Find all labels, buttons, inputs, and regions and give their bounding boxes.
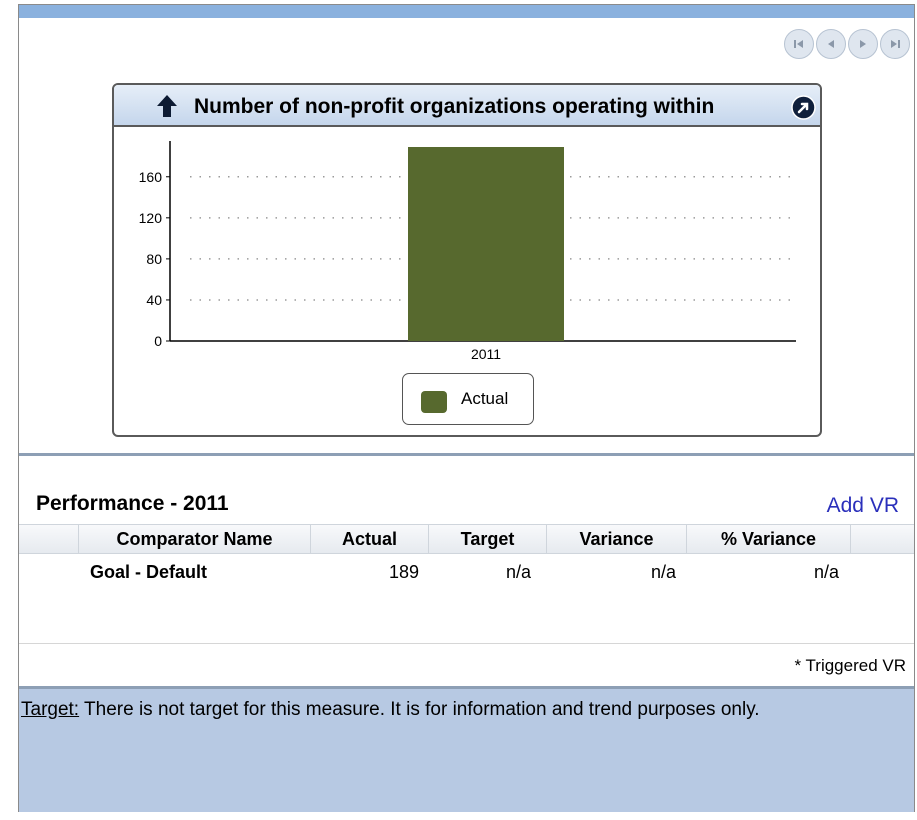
trend-up-arrow-icon — [157, 95, 177, 117]
y-tick-label: 120 — [139, 210, 163, 226]
measure-panel: Number of non-profit organizations opera… — [18, 4, 915, 812]
expand-icon[interactable] — [791, 95, 816, 120]
bar-chart: 0 40 80 120 160 2011 — [139, 141, 796, 362]
cell-pct-variance: n/a — [814, 562, 840, 582]
chart-panel: Number of non-profit organizations opera… — [112, 83, 822, 437]
cell-target: n/a — [506, 562, 532, 582]
header-spacer — [19, 525, 79, 553]
cell-actual: 189 — [389, 562, 420, 582]
header-actual[interactable]: Actual — [311, 525, 429, 553]
last-icon — [891, 40, 900, 48]
cell-comparator-name: Goal - Default — [90, 562, 208, 582]
next-icon — [860, 40, 866, 48]
bar — [408, 147, 564, 341]
performance-title: Performance - 2011 — [36, 492, 229, 515]
y-tick-label: 40 — [146, 292, 162, 308]
first-page-button[interactable] — [784, 29, 814, 59]
header-comparator-name[interactable]: Comparator Name — [79, 525, 311, 553]
header-variance[interactable]: Variance — [547, 525, 687, 553]
header-target[interactable]: Target — [429, 525, 547, 553]
target-note-text: There is not target for this measure. It… — [79, 699, 760, 720]
target-note-box: Target: There is not target for this mea… — [19, 686, 914, 812]
chart-title: Number of non-profit organizations opera… — [194, 95, 715, 118]
target-label: Target: — [21, 699, 80, 720]
x-tick-label: 2011 — [471, 346, 501, 362]
chart-legend: Actual — [402, 373, 534, 425]
next-page-button[interactable] — [848, 29, 878, 59]
table-header: Comparator Name Actual Target Variance %… — [19, 524, 914, 554]
previous-page-button[interactable] — [816, 29, 846, 59]
y-tick-label: 80 — [146, 251, 162, 267]
legend-swatch — [421, 391, 447, 413]
table-row[interactable]: Goal - Default 189 n/a n/a n/a — [19, 554, 914, 588]
cell-variance: n/a — [651, 562, 677, 582]
pager-buttons — [784, 29, 910, 59]
top-strip — [19, 5, 914, 18]
previous-icon — [828, 40, 834, 48]
legend-label: Actual — [461, 389, 509, 408]
add-vr-link[interactable]: Add VR — [827, 494, 899, 518]
target-note: Target: There is not target for this mea… — [21, 699, 760, 721]
last-page-button[interactable] — [880, 29, 910, 59]
header-pct-variance[interactable]: % Variance — [687, 525, 851, 553]
triggered-vr-note: * Triggered VR — [794, 656, 907, 675]
first-icon — [794, 40, 803, 48]
y-tick-label: 160 — [139, 169, 163, 185]
performance-section: Performance - 2011 Add VR Comparator Nam… — [19, 453, 914, 683]
chart-header: Number of non-profit organizations opera… — [114, 85, 820, 127]
divider — [19, 643, 914, 644]
y-tick-label: 0 — [154, 333, 162, 349]
